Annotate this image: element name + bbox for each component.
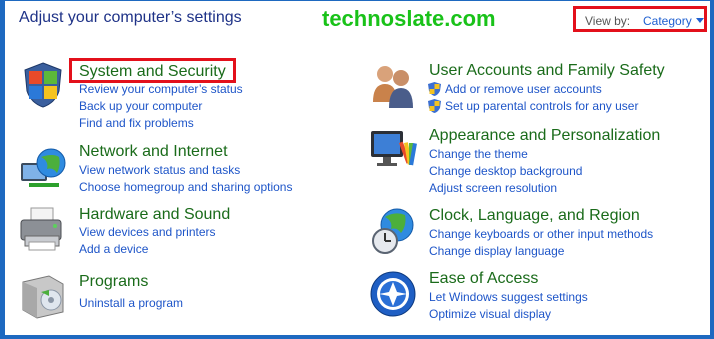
link-keyboards[interactable]: Change keyboards or other input methods (429, 227, 653, 241)
category-title[interactable]: Network and Internet (79, 143, 228, 161)
link-display-language[interactable]: Change display language (429, 244, 564, 258)
link-desktop-background[interactable]: Change desktop background (429, 164, 582, 178)
programs-box-icon (22, 275, 64, 319)
link-add-remove-users[interactable]: Add or remove user accounts (445, 82, 602, 96)
printer-icon (20, 207, 62, 251)
category-title[interactable]: Appearance and Personalization (429, 127, 660, 145)
link-homegroup[interactable]: Choose homegroup and sharing options (79, 180, 292, 194)
globe-clock-icon (372, 208, 414, 254)
category-title[interactable]: Programs (79, 273, 148, 291)
shield-flag-icon (24, 62, 62, 108)
view-by-selector[interactable]: View by: Category (573, 6, 707, 32)
link-parental-controls[interactable]: Set up parental controls for any user (445, 99, 638, 113)
monitor-palette-icon (371, 131, 417, 166)
link-devices-printers[interactable]: View devices and printers (79, 225, 216, 239)
network-globe-icon (21, 148, 66, 187)
category-title[interactable]: Clock, Language, and Region (429, 207, 640, 225)
link-uninstall[interactable]: Uninstall a program (79, 296, 183, 310)
link-backup[interactable]: Back up your computer (79, 99, 202, 113)
link-suggest-settings[interactable]: Let Windows suggest settings (429, 290, 588, 304)
ease-of-access-icon (370, 271, 416, 317)
uac-shield-icon (428, 82, 441, 96)
link-change-theme[interactable]: Change the theme (429, 147, 528, 161)
highlight-box (69, 58, 236, 83)
watermark: technoslate.com (322, 6, 496, 31)
link-screen-resolution[interactable]: Adjust screen resolution (429, 181, 557, 195)
view-by-dropdown[interactable]: Category (643, 14, 692, 28)
view-by-label: View by: (585, 14, 631, 28)
link-network-status[interactable]: View network status and tasks (79, 163, 240, 177)
users-icon (373, 66, 413, 108)
uac-shield-icon (428, 99, 441, 113)
category-title[interactable]: Ease of Access (429, 270, 538, 288)
page-title: Adjust your computer’s settings (19, 9, 242, 26)
category-title[interactable]: User Accounts and Family Safety (429, 62, 665, 80)
link-add-device[interactable]: Add a device (79, 242, 148, 256)
link-review-status[interactable]: Review your computer’s status (79, 82, 243, 96)
link-optimize-display[interactable]: Optimize visual display (429, 307, 551, 321)
category-title[interactable]: Hardware and Sound (79, 206, 230, 224)
chevron-down-icon[interactable] (696, 18, 704, 23)
link-fix-problems[interactable]: Find and fix problems (79, 116, 194, 130)
